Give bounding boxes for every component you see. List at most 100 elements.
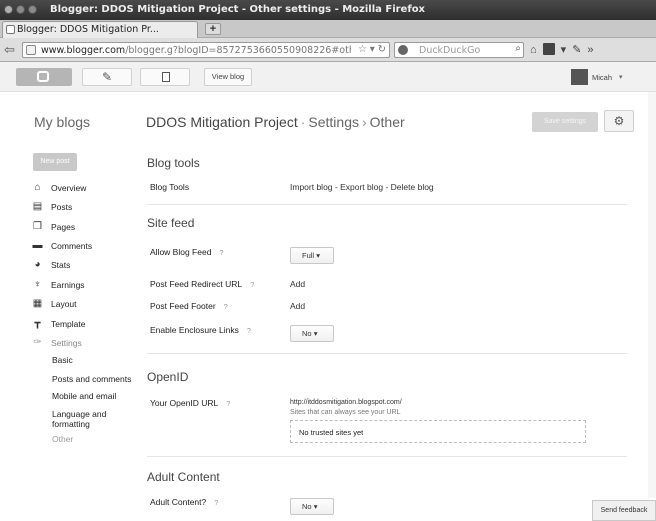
addon-dropdown-icon[interactable]: ▾ bbox=[561, 43, 567, 57]
sidebar-item-label: Comments bbox=[51, 240, 93, 251]
posts-list-button[interactable] bbox=[140, 68, 190, 86]
feed-footer-add-link[interactable]: Add bbox=[290, 301, 305, 311]
settings-sub-other[interactable]: Other bbox=[52, 434, 73, 444]
window-maximize-button[interactable] bbox=[28, 5, 37, 14]
window-close-button[interactable] bbox=[4, 5, 13, 14]
section-title-openid: OpenID bbox=[147, 370, 189, 384]
breadcrumb-separator: › bbox=[361, 114, 367, 130]
delete-blog-link[interactable]: Delete blog bbox=[391, 182, 434, 192]
blogger-logo-icon bbox=[37, 71, 49, 82]
link-separator: - bbox=[332, 182, 341, 192]
url-text[interactable]: www.blogger.com/blogger.g?blogID=8572753… bbox=[41, 45, 351, 56]
extension-icon[interactable]: ✎ bbox=[572, 43, 581, 57]
feed-redirect-text: Post Feed Redirect URL bbox=[150, 279, 243, 289]
feed-redirect-label: Post Feed Redirect URL? bbox=[150, 279, 254, 289]
sidebar-item-posts[interactable]: ▤ Posts bbox=[32, 199, 73, 214]
breadcrumb-settings[interactable]: Settings bbox=[308, 114, 359, 130]
home-icon[interactable]: ⌂ bbox=[530, 43, 537, 57]
breadcrumb-other: Other bbox=[369, 114, 405, 130]
sidebar-item-label: Pages bbox=[51, 221, 76, 232]
openid-url-value: http://itddosmitigation.blogspot.com/ bbox=[290, 399, 402, 406]
sidebar-item-template[interactable]: ┳ Template bbox=[32, 316, 85, 331]
adult-content-dropdown[interactable]: No ▾ bbox=[290, 498, 334, 515]
user-menu-arrow-icon[interactable]: ▾ bbox=[619, 73, 623, 81]
my-blogs-link[interactable]: My blogs bbox=[34, 114, 90, 130]
settings-sub-language-and-formatting[interactable]: Language and formatting bbox=[52, 409, 132, 429]
trusted-sites-box: No trusted sites yet bbox=[290, 420, 586, 443]
settings-sub-posts-and-comments[interactable]: Posts and comments bbox=[52, 374, 131, 384]
sidebar-item-settings[interactable]: ✑ Settings bbox=[32, 335, 81, 350]
enclosure-links-dropdown[interactable]: No ▾ bbox=[290, 325, 334, 342]
section-divider bbox=[147, 456, 627, 457]
pages-icon: ❐ bbox=[33, 221, 42, 232]
back-arrow-icon[interactable]: ⇦ bbox=[4, 43, 15, 56]
settings-sub-basic[interactable]: Basic bbox=[52, 355, 73, 365]
section-title-adult-content: Adult Content bbox=[147, 470, 220, 484]
layout-icon: ▦ bbox=[32, 298, 43, 309]
page-scrollbar[interactable] bbox=[648, 92, 656, 498]
dropdown-value: Full bbox=[302, 251, 315, 260]
feed-redirect-add-link[interactable]: Add bbox=[290, 279, 305, 289]
help-icon[interactable]: ? bbox=[250, 280, 254, 289]
url-dropdown-icon[interactable]: ▾ bbox=[370, 44, 375, 55]
menu-overflow-icon[interactable]: » bbox=[587, 43, 593, 57]
url-bar[interactable]: www.blogger.com/blogger.g?blogID=8572753… bbox=[22, 42, 390, 58]
export-blog-link[interactable]: Export blog bbox=[340, 182, 383, 192]
search-placeholder: DuckDuckGo bbox=[419, 45, 481, 56]
breadcrumb-separator: · bbox=[300, 114, 306, 130]
window-controls bbox=[4, 5, 37, 14]
dropdown-value: No bbox=[302, 502, 312, 511]
gear-icon[interactable]: ⚙ bbox=[604, 110, 634, 132]
link-separator: - bbox=[383, 182, 391, 192]
sidebar-item-comments[interactable]: ▬ Comments bbox=[32, 238, 93, 253]
feed-footer-label: Post Feed Footer? bbox=[150, 301, 228, 311]
new-tab-button[interactable]: + bbox=[205, 23, 221, 35]
allow-blog-feed-text: Allow Blog Feed bbox=[150, 247, 212, 257]
bookmark-star-icon[interactable]: ☆ bbox=[358, 44, 367, 55]
search-icon[interactable]: ⌕ bbox=[515, 43, 521, 54]
sidebar-item-earnings[interactable]: ♆ Earnings bbox=[32, 277, 85, 292]
new-post-button[interactable]: New post bbox=[33, 153, 77, 171]
import-blog-link[interactable]: Import blog bbox=[290, 182, 333, 192]
avatar[interactable] bbox=[571, 69, 588, 85]
view-blog-button[interactable]: View blog bbox=[204, 68, 252, 86]
new-post-pencil-button[interactable]: ✎ bbox=[82, 68, 132, 86]
openid-url-label: Your OpenID URL? bbox=[150, 398, 230, 408]
duckduckgo-icon[interactable] bbox=[398, 45, 408, 55]
reload-icon[interactable]: ↻ bbox=[378, 44, 386, 55]
sidebar-item-label: Earnings bbox=[51, 279, 85, 290]
breadcrumb-blog-name[interactable]: DDOS Mitigation Project bbox=[146, 114, 298, 130]
window-minimize-button[interactable] bbox=[16, 5, 25, 14]
help-icon[interactable]: ? bbox=[247, 326, 251, 335]
section-divider bbox=[147, 353, 627, 354]
sidebar-item-overview[interactable]: ⌂ Overview bbox=[32, 180, 86, 195]
site-identity-icon[interactable] bbox=[26, 45, 36, 55]
browser-tab[interactable]: Blogger: DDOS Mitigation Pr... bbox=[2, 21, 198, 38]
blog-tools-label: Blog Tools bbox=[150, 182, 190, 192]
help-icon[interactable]: ? bbox=[219, 248, 223, 257]
send-feedback-button[interactable]: Send feedback bbox=[592, 500, 656, 521]
sidebar-item-pages[interactable]: ❐ Pages bbox=[32, 219, 75, 234]
help-icon[interactable]: ? bbox=[226, 399, 230, 408]
user-name[interactable]: Micah bbox=[592, 73, 612, 82]
openid-url-text: Your OpenID URL bbox=[150, 398, 219, 408]
search-bar[interactable]: DuckDuckGo ⌕ bbox=[394, 42, 524, 58]
template-icon: ┳ bbox=[34, 318, 41, 329]
help-icon[interactable]: ? bbox=[214, 498, 218, 507]
allow-blog-feed-dropdown[interactable]: Full ▾ bbox=[290, 247, 334, 264]
addon-icon[interactable] bbox=[542, 43, 555, 55]
sidebar-item-stats[interactable]: ◕ Stats bbox=[32, 257, 70, 272]
chevron-down-icon: ▾ bbox=[316, 251, 320, 260]
home-icon: ⌂ bbox=[34, 182, 41, 193]
adult-content-label: Adult Content?? bbox=[150, 497, 218, 507]
help-icon[interactable]: ? bbox=[224, 302, 228, 311]
sidebar-item-layout[interactable]: ▦ Layout bbox=[32, 296, 77, 311]
enclosure-links-text: Enable Enclosure Links bbox=[150, 325, 239, 335]
blogger-logo-button[interactable] bbox=[16, 68, 72, 86]
breadcrumb: DDOS Mitigation Project · Settings › Other bbox=[146, 114, 405, 130]
save-settings-button[interactable]: Save settings bbox=[532, 112, 598, 132]
posts-icon: ▤ bbox=[32, 201, 43, 212]
section-divider bbox=[147, 204, 627, 205]
earnings-icon: ♆ bbox=[33, 279, 42, 290]
settings-sub-mobile-and-email[interactable]: Mobile and email bbox=[52, 391, 116, 401]
